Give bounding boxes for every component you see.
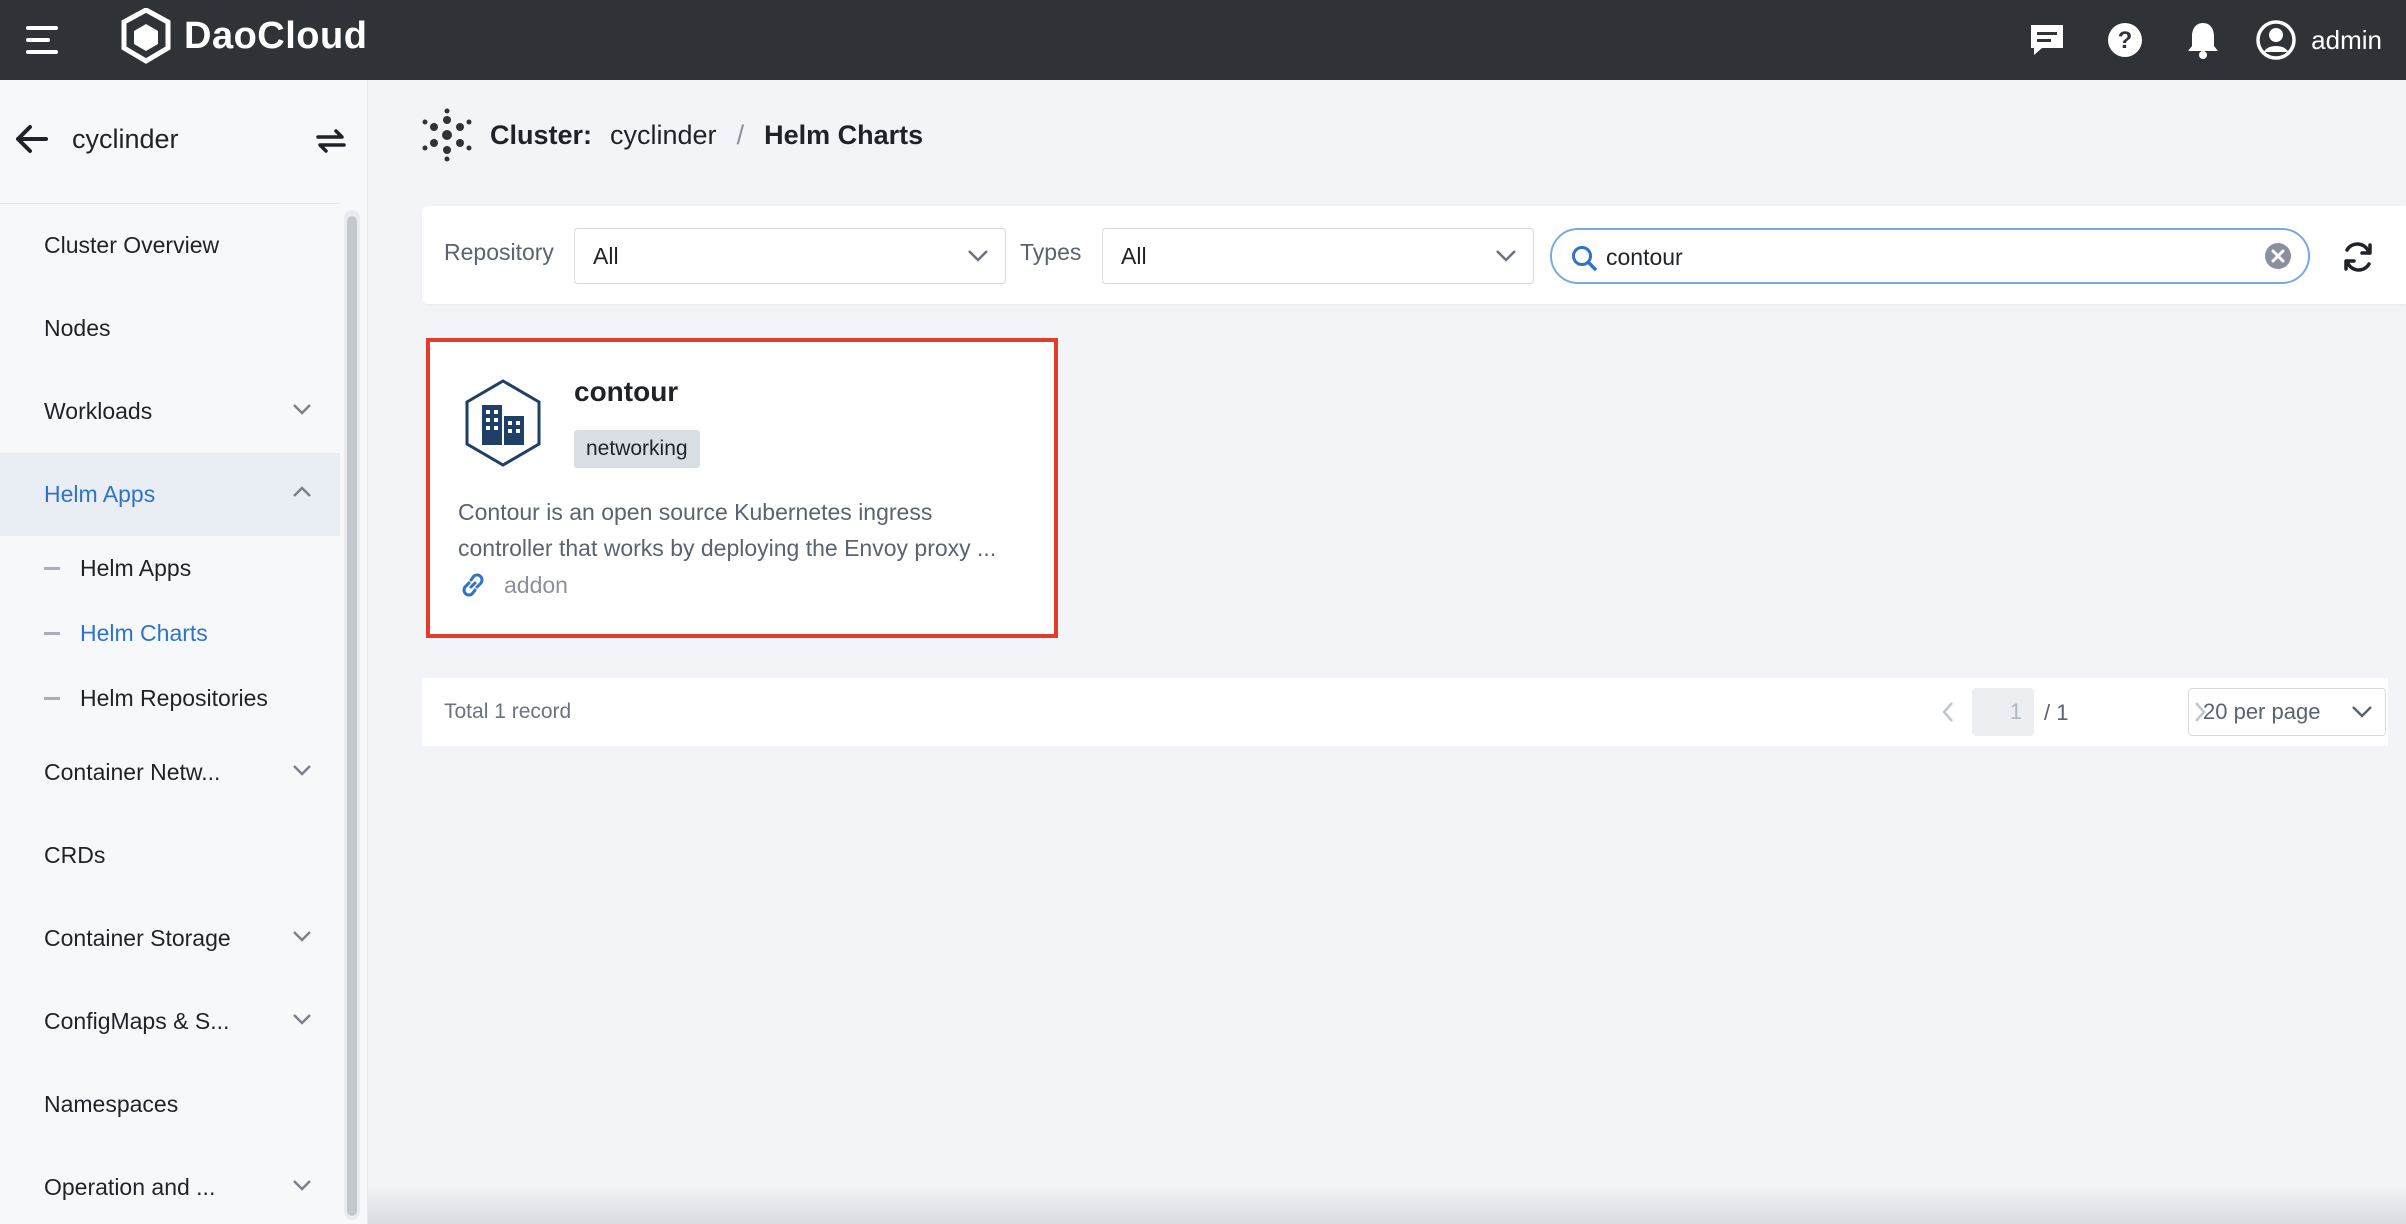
svg-text:?: ?: [2118, 27, 2133, 54]
page-total: / 1: [2044, 700, 2069, 725]
per-page-select[interactable]: 20 per page: [2188, 688, 2386, 736]
repository-label: Repository: [444, 239, 554, 265]
breadcrumb-cluster-label: Cluster:: [490, 119, 593, 150]
sidebar-item-helm-apps[interactable]: Helm Apps: [0, 453, 340, 536]
top-bar: DaoCloud ? admin: [0, 0, 2406, 80]
chart-card-contour[interactable]: contour networking Contour is an open so…: [426, 338, 1058, 638]
chart-repository: addon: [458, 570, 568, 600]
search-input[interactable]: contour: [1550, 228, 2310, 284]
pagination-bar: Total 1 record 1 / 1 20 per page: [422, 678, 2388, 746]
sidebar-item-container-network[interactable]: Container Netw...: [0, 731, 340, 814]
link-icon: [462, 573, 484, 597]
chevron-down-icon: [293, 1014, 311, 1025]
chevron-down-icon: [293, 765, 311, 776]
chevron-up-icon: [293, 486, 311, 497]
sidebar-item-operation[interactable]: Operation and ...: [0, 1146, 340, 1224]
switch-cluster-icon[interactable]: [314, 126, 348, 156]
filter-bar: Repository All Types All contour: [422, 206, 2406, 304]
sidebar-nav: Cluster Overview Nodes Workloads Helm Ap…: [0, 204, 340, 1224]
bottom-shadow: [368, 1184, 2406, 1224]
sidebar-item-crds[interactable]: CRDs: [0, 814, 340, 897]
back-arrow-icon[interactable]: [14, 124, 48, 154]
chart-description: Contour is an open source Kubernetes ing…: [458, 499, 997, 561]
sidebar: cyclinder Cluster Overview Nodes Workloa…: [0, 80, 368, 1224]
chevron-down-icon: [293, 404, 311, 415]
cluster-name: cyclinder: [72, 124, 179, 154]
building-icon: [465, 379, 541, 467]
sidebar-item-nodes[interactable]: Nodes: [0, 287, 340, 370]
message-icon[interactable]: [2025, 18, 2069, 62]
notification-bell-icon[interactable]: [2181, 18, 2225, 62]
sidebar-subitem-helm-charts[interactable]: Helm Charts: [0, 601, 340, 666]
chevron-down-icon: [2352, 706, 2372, 718]
sidebar-item-namespaces[interactable]: Namespaces: [0, 1063, 340, 1146]
search-icon: [1572, 246, 1597, 271]
sidebar-item-cluster-overview[interactable]: Cluster Overview: [0, 204, 340, 287]
chevron-down-icon: [1496, 250, 1516, 262]
page-number-input[interactable]: 1: [1972, 688, 2034, 736]
cluster-icon: [422, 108, 472, 162]
help-icon[interactable]: ?: [2103, 18, 2147, 62]
types-select[interactable]: All: [1102, 228, 1534, 284]
sidebar-item-configmaps-secrets[interactable]: ConfigMaps & S...: [0, 980, 340, 1063]
total-records: Total 1 record: [444, 700, 572, 723]
daocloud-logo-icon: [121, 8, 171, 64]
breadcrumb-current-page: Helm Charts: [764, 119, 924, 150]
chevron-down-icon: [293, 931, 311, 942]
chevron-down-icon: [293, 1180, 311, 1191]
repository-select[interactable]: All: [574, 228, 1006, 284]
sidebar-subitem-helm-repositories[interactable]: Helm Repositories: [0, 666, 340, 731]
repository-name: addon: [504, 571, 568, 598]
types-label: Types: [1020, 239, 1082, 265]
chevron-down-icon: [968, 250, 988, 262]
brand-name: DaoCloud: [184, 14, 368, 57]
chevron-left-icon[interactable]: [1940, 700, 1956, 724]
user-menu[interactable]: admin: [2255, 19, 2382, 61]
breadcrumb-separator: /: [736, 119, 745, 150]
chart-title: contour: [574, 376, 679, 407]
breadcrumb: Cluster: cyclinder / Helm Charts: [422, 108, 923, 162]
category-tag: networking: [574, 430, 700, 468]
menu-icon[interactable]: [26, 24, 60, 56]
sidebar-item-container-storage[interactable]: Container Storage: [0, 897, 340, 980]
breadcrumb-cluster[interactable]: cyclinder: [610, 120, 717, 151]
sidebar-scrollbar[interactable]: [344, 210, 360, 1220]
refresh-icon[interactable]: [2340, 240, 2376, 274]
sidebar-item-workloads[interactable]: Workloads: [0, 370, 340, 453]
avatar-icon: [2256, 20, 2296, 60]
sidebar-header: cyclinder: [0, 80, 346, 204]
clear-search-icon[interactable]: [2264, 242, 2292, 270]
scrollbar-thumb[interactable]: [347, 216, 357, 1216]
sidebar-subitem-helm-apps[interactable]: Helm Apps: [0, 536, 340, 601]
main-content: Cluster: cyclinder / Helm Charts Reposit…: [368, 80, 2406, 1224]
search-value: contour: [1606, 244, 1683, 270]
username: admin: [2311, 24, 2382, 55]
logo[interactable]: DaoCloud: [120, 6, 367, 66]
